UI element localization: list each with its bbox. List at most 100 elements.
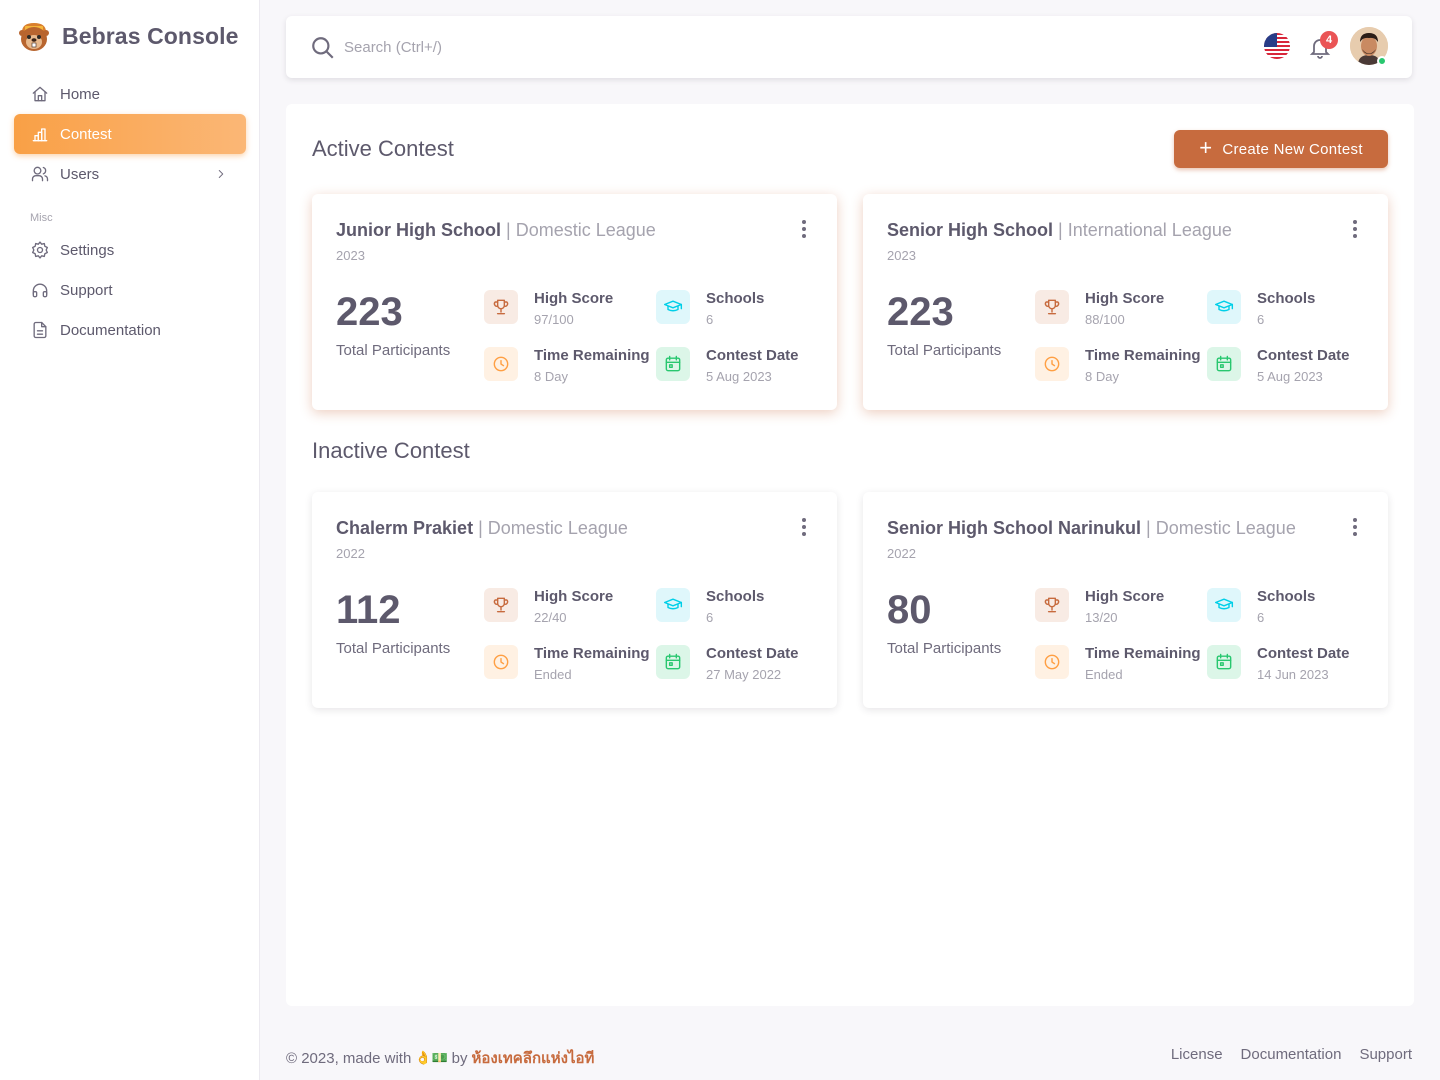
sidebar-item-settings[interactable]: Settings: [14, 230, 246, 270]
total-participants-value: 112: [336, 588, 401, 632]
schools-stat: Schools 6: [656, 290, 764, 327]
stat-label: Time Remaining: [534, 347, 650, 364]
sidebar-item-users[interactable]: Users: [14, 154, 246, 194]
high-score-stat: High Score 97/100: [484, 290, 613, 327]
stat-value: 97/100: [534, 312, 574, 327]
contest-name: Chalerm Prakiet: [336, 518, 474, 538]
search-input[interactable]: [344, 32, 844, 62]
time-remaining-stat: Time Remaining 8 Day: [1035, 347, 1201, 384]
total-participants-label: Total Participants: [336, 640, 451, 657]
total-participants-label: Total Participants: [887, 640, 1002, 657]
graduation-cap-icon: [1207, 588, 1241, 622]
stat-label: High Score: [1085, 290, 1165, 307]
contest-name: Senior High School Narinukul: [887, 518, 1142, 538]
hand-emoji-icon: 👌💵: [415, 1050, 448, 1065]
footer: © 2023, made with 👌💵 by ห้องเทคลึกแห่งไอ…: [286, 1046, 1412, 1067]
contest-year: 2023: [887, 248, 916, 263]
footer-link-documentation[interactable]: Documentation: [1241, 1046, 1342, 1063]
gear-icon: [31, 241, 48, 259]
total-participants-value: 223: [887, 290, 954, 334]
clock-icon: [484, 645, 518, 679]
footer-links: License Documentation Support: [1171, 1046, 1412, 1063]
sidebar-item-home[interactable]: Home: [14, 74, 246, 114]
stat-value: 88/100: [1085, 312, 1125, 327]
contest-panel: Active Contest + Create New Contest Juni…: [286, 104, 1414, 1006]
brand[interactable]: Bebras Console: [16, 18, 239, 54]
us-flag-icon[interactable]: [1264, 33, 1290, 59]
footer-by: by: [451, 1049, 468, 1067]
time-remaining-stat: Time Remaining 8 Day: [484, 347, 650, 384]
top-navbar: 4: [286, 16, 1412, 78]
graduation-cap-icon: [656, 290, 690, 324]
create-contest-button[interactable]: + Create New Contest: [1174, 130, 1388, 168]
high-score-stat: High Score 22/40: [484, 588, 613, 625]
footer-brand-link[interactable]: ห้องเทคลึกแห่งไอที: [472, 1046, 595, 1070]
stat-label: Schools: [706, 290, 765, 307]
stat-label: Time Remaining: [534, 645, 650, 662]
contest-card[interactable]: Senior High School Narinukul | Domestic …: [863, 492, 1388, 708]
sidebar-item-label: Users: [60, 165, 100, 183]
more-vertical-icon[interactable]: [801, 220, 807, 238]
high-score-stat: High Score 13/20: [1035, 588, 1164, 625]
sidebar-nav: Home Contest Users Misc Settings Support…: [14, 74, 246, 350]
schools-stat: Schools 6: [1207, 588, 1315, 625]
sidebar: Bebras Console Home Contest Users Misc S…: [0, 0, 260, 1080]
beaver-logo-icon: [19, 23, 49, 51]
more-vertical-icon[interactable]: [1352, 220, 1358, 238]
contest-league: Domestic League: [515, 220, 656, 240]
stat-label: Schools: [1257, 588, 1316, 605]
contest-title: Senior High School | International Leagu…: [887, 220, 1232, 241]
sidebar-item-documentation[interactable]: Documentation: [14, 310, 246, 350]
stat-value: 13/20: [1085, 610, 1118, 625]
stat-value: 14 Jun 2023: [1257, 667, 1329, 682]
search-icon[interactable]: [310, 35, 336, 61]
calendar-icon: [1207, 645, 1241, 679]
trophy-icon: [1035, 588, 1069, 622]
stat-value: 6: [706, 312, 714, 327]
sidebar-item-label: Contest: [60, 125, 112, 143]
online-status-indicator: [1377, 56, 1387, 66]
time-remaining-stat: Time Remaining Ended: [484, 645, 650, 682]
active-contest-title: Active Contest: [312, 136, 454, 161]
total-participants-value: 223: [336, 290, 403, 334]
trophy-icon: [484, 588, 518, 622]
stat-label: Contest Date: [706, 645, 799, 662]
footer-copyright: © 2023, made with 👌💵 by ห้องเทคลึกแห่งไอ…: [286, 1046, 594, 1070]
stat-label: High Score: [534, 290, 614, 307]
chevron-right-icon: [218, 170, 224, 178]
graduation-cap-icon: [1207, 290, 1241, 324]
contest-league: Domestic League: [1155, 518, 1296, 538]
total-participants-label: Total Participants: [887, 342, 1002, 359]
stat-label: Contest Date: [706, 347, 799, 364]
schools-stat: Schools 6: [656, 588, 764, 625]
stat-label: High Score: [1085, 588, 1165, 605]
contest-date-stat: Contest Date 27 May 2022: [656, 645, 799, 682]
contest-title: Senior High School Narinukul | Domestic …: [887, 518, 1296, 539]
calendar-icon: [656, 645, 690, 679]
footer-link-license[interactable]: License: [1171, 1046, 1223, 1063]
users-icon: [31, 166, 49, 182]
time-remaining-stat: Time Remaining Ended: [1035, 645, 1201, 682]
sidebar-item-support[interactable]: Support: [14, 270, 246, 310]
more-vertical-icon[interactable]: [801, 518, 807, 536]
inactive-contest-title: Inactive Contest: [312, 438, 470, 463]
contest-title: Chalerm Prakiet | Domestic League: [336, 518, 628, 539]
footer-link-support[interactable]: Support: [1359, 1046, 1412, 1063]
notification-badge: 4: [1320, 31, 1338, 49]
create-contest-label: Create New Contest: [1222, 140, 1363, 158]
sidebar-item-contest[interactable]: Contest: [14, 114, 246, 154]
stat-value: Ended: [1085, 667, 1123, 682]
title-separator: |: [1146, 518, 1151, 538]
more-vertical-icon[interactable]: [1352, 518, 1358, 536]
stat-value: Ended: [534, 667, 572, 682]
contest-title: Junior High School | Domestic League: [336, 220, 656, 241]
stat-value: 8 Day: [534, 369, 568, 384]
contest-card[interactable]: Senior High School | International Leagu…: [863, 194, 1388, 410]
contest-date-stat: Contest Date 14 Jun 2023: [1207, 645, 1350, 682]
document-icon: [33, 321, 47, 339]
contest-card[interactable]: Junior High School | Domestic League 202…: [312, 194, 837, 410]
stat-value: 6: [1257, 312, 1265, 327]
contest-card[interactable]: Chalerm Prakiet | Domestic League 2022 1…: [312, 492, 837, 708]
clock-icon: [1035, 347, 1069, 381]
contest-year: 2022: [887, 546, 916, 561]
